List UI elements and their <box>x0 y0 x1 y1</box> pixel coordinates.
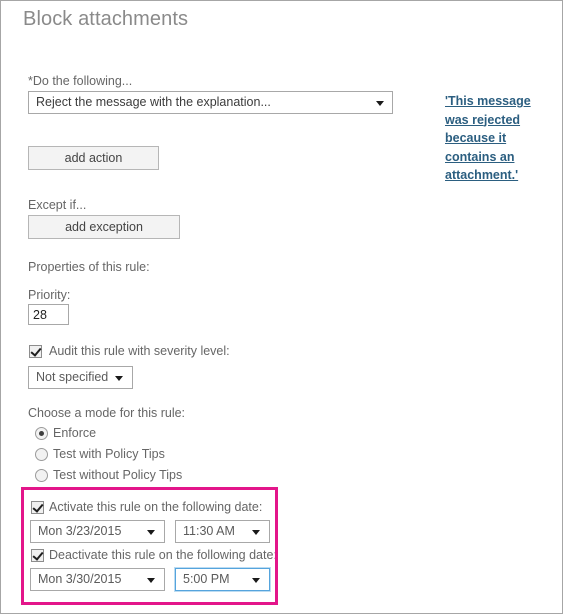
activate-time-value: 11:30 AM <box>183 524 235 538</box>
activate-time-select[interactable]: 11:30 AM <box>175 520 270 543</box>
chevron-down-icon <box>147 530 155 535</box>
deactivate-date-select[interactable]: Mon 3/30/2015 <box>30 568 165 591</box>
activate-label: Activate this rule on the following date… <box>49 500 263 514</box>
radio-test-with-policy-tips[interactable] <box>35 448 48 461</box>
radio-test-with-policy-tips-label: Test with Policy Tips <box>53 447 165 461</box>
mode-heading: Choose a mode for this rule: <box>28 406 186 420</box>
severity-select[interactable]: Not specified <box>28 366 133 389</box>
radio-test-without-policy-tips-label: Test without Policy Tips <box>53 468 183 482</box>
deactivate-date-value: Mon 3/30/2015 <box>38 572 122 586</box>
deactivate-time-select[interactable]: 5:00 PM <box>175 568 270 591</box>
chevron-down-icon <box>376 101 384 106</box>
radio-test-without-policy-tips[interactable] <box>35 469 48 482</box>
priority-label: Priority: <box>28 288 71 302</box>
activate-date-value: Mon 3/23/2015 <box>38 524 122 538</box>
severity-select-value: Not specified <box>36 370 109 384</box>
activate-date-select[interactable]: Mon 3/23/2015 <box>30 520 165 543</box>
chevron-down-icon <box>147 578 155 583</box>
chevron-down-icon <box>115 376 123 381</box>
page-title: Block attachments <box>23 8 189 30</box>
do-the-following-label: *Do the following... <box>28 74 133 88</box>
chevron-down-icon <box>252 530 260 535</box>
add-action-button[interactable]: add action <box>28 146 159 170</box>
rule-editor-panel: Block attachments *Do the following... R… <box>0 0 563 614</box>
except-if-label: Except if... <box>28 198 87 212</box>
priority-input[interactable] <box>28 304 69 325</box>
properties-heading: Properties of this rule: <box>28 260 150 274</box>
chevron-down-icon <box>252 578 260 583</box>
action-select-value: Reject the message with the explanation.… <box>36 95 271 109</box>
add-exception-button[interactable]: add exception <box>28 215 180 239</box>
explanation-link[interactable]: 'This message was rejected because it co… <box>445 92 557 185</box>
audit-checkbox[interactable] <box>29 345 42 358</box>
deactivate-label: Deactivate this rule on the following da… <box>49 548 277 562</box>
audit-label: Audit this rule with severity level: <box>49 344 230 358</box>
action-select[interactable]: Reject the message with the explanation.… <box>28 91 393 114</box>
radio-enforce-label: Enforce <box>53 426 97 440</box>
deactivate-checkbox[interactable] <box>31 549 44 562</box>
radio-enforce[interactable] <box>35 427 48 440</box>
activate-checkbox[interactable] <box>31 501 44 514</box>
deactivate-time-value: 5:00 PM <box>183 572 230 586</box>
